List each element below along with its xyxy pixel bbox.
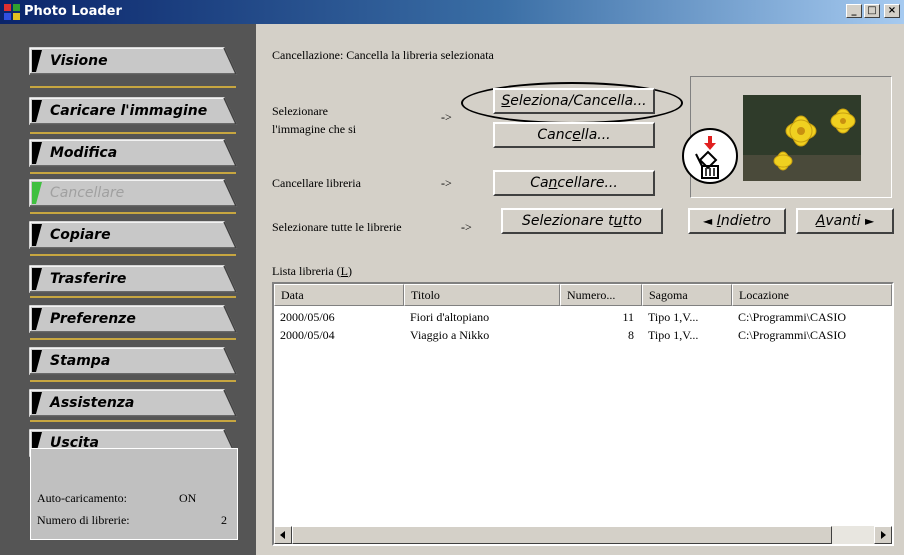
horizontal-scrollbar[interactable] (274, 526, 892, 544)
library-list-label: Lista libreria (L) (272, 264, 352, 278)
status-panel: Auto-caricamento: ON Numero di librerie:… (30, 448, 238, 540)
delete-library-label: Cancellare libreria (272, 176, 361, 190)
scroll-right-button[interactable] (874, 526, 892, 544)
select-delete-button[interactable]: Seleziona/Cancella... (493, 88, 655, 114)
cell-number: 11 (622, 310, 634, 324)
photo-loader-app-icon (4, 4, 20, 20)
sidebar-item-7[interactable]: Preferenze (28, 304, 238, 334)
sidebar-divider (30, 172, 236, 174)
delete-library-button[interactable]: Cancellare... (493, 170, 655, 196)
library-count-label: Numero di librerie: (37, 513, 130, 527)
sidebar-item-label: Cancellare (50, 185, 125, 201)
arrow-text: -> (441, 176, 452, 190)
sidebar-item-label: Caricare l'immagine (50, 103, 208, 119)
column-header-title[interactable]: Titolo (404, 284, 560, 306)
minimize-button[interactable]: _ (846, 4, 862, 18)
select-all-label: Selezionare tutte le librerie (272, 220, 402, 234)
sidebar-item-8[interactable]: Stampa (28, 346, 238, 376)
sidebar-divider (30, 420, 236, 422)
sidebar-item-label: Trasferire (50, 271, 127, 287)
window-title: Photo Loader (24, 4, 122, 19)
back-button[interactable]: ◄ Indietro (688, 208, 786, 234)
sidebar-divider (30, 212, 236, 214)
app-window: Photo Loader _ □ × Visione Caricare l'imm… (0, 0, 904, 555)
auto-load-value: ON (179, 491, 197, 505)
maximize-button[interactable]: □ (864, 4, 880, 18)
library-count-value: 2 (221, 513, 227, 527)
flower-photo (743, 95, 861, 181)
sidebar-divider (30, 132, 236, 134)
select-image-label-1: Selezionare (272, 104, 328, 118)
sidebar-divider (30, 86, 236, 88)
sidebar-item-6[interactable]: Trasferire (28, 264, 238, 294)
sidebar-divider (30, 338, 236, 340)
cell-date: 2000/05/06 (280, 310, 335, 324)
scroll-left-button[interactable] (274, 526, 292, 544)
library-list[interactable]: Data Titolo Numero... Sagoma Locazione 2… (272, 282, 894, 546)
column-header-shape[interactable]: Sagoma (642, 284, 732, 306)
column-header-location[interactable]: Locazione (732, 284, 892, 306)
close-button[interactable]: × (884, 4, 900, 18)
sidebar-divider (30, 380, 236, 382)
delete-trash-icon (682, 128, 738, 184)
sidebar-item-label: Stampa (50, 353, 111, 369)
delete-button[interactable]: Cancella... (493, 122, 655, 148)
sidebar-divider (30, 254, 236, 256)
main-panel: Cancellazione: Cancella la libreria sele… (256, 24, 904, 555)
sidebar-item-3[interactable]: Modifica (28, 138, 238, 168)
sidebar-item-1[interactable]: Visione (28, 46, 238, 76)
cell-title: Fiori d'altopiano (410, 310, 490, 324)
arrow-text: -> (461, 220, 472, 234)
sidebar-item-2[interactable]: Caricare l'immagine (28, 96, 238, 126)
sidebar-item-label: Visione (50, 53, 108, 69)
select-all-button[interactable]: Selezionare tutto (501, 208, 663, 234)
cell-location: C:\Programmi\CASIO (738, 328, 847, 342)
cell-shape: Tipo 1,V... (648, 310, 699, 324)
sidebar-divider (30, 296, 236, 298)
sidebar-item-label: Copiare (50, 227, 111, 243)
auto-load-label: Auto-caricamento: (37, 491, 127, 505)
scrollbar-thumb[interactable] (292, 526, 832, 544)
sidebar-item-5[interactable]: Copiare (28, 220, 238, 250)
sidebar-item-label: Modifica (50, 145, 118, 161)
table-row[interactable]: 2000/05/06 Fiori d'altopiano 11 Tipo 1,V… (274, 308, 892, 326)
cell-number: 8 (628, 328, 634, 342)
sidebar-item-9[interactable]: Assistenza (28, 388, 238, 418)
arrow-text: -> (441, 110, 452, 124)
cell-title: Viaggio a Nikko (410, 328, 490, 342)
sidebar-item-label: Assistenza (50, 395, 135, 411)
title-bar[interactable]: Photo Loader _ □ × (0, 0, 904, 24)
column-header-number[interactable]: Numero... (560, 284, 642, 306)
arrow-left-icon (280, 531, 285, 539)
arrow-right-icon (881, 531, 886, 539)
cell-date: 2000/05/04 (280, 328, 335, 342)
column-header-date[interactable]: Data (274, 284, 404, 306)
next-button[interactable]: Avanti ► (796, 208, 894, 234)
cell-location: C:\Programmi\CASIO (738, 310, 847, 324)
cell-shape: Tipo 1,V... (648, 328, 699, 342)
sidebar-item-label: Preferenze (50, 311, 136, 327)
table-row[interactable]: 2000/05/04 Viaggio a Nikko 8 Tipo 1,V...… (274, 326, 892, 344)
page-header: Cancellazione: Cancella la libreria sele… (272, 48, 494, 62)
sidebar-item-4[interactable]: Cancellare (28, 178, 238, 208)
select-image-label-2: l'immagine che si (272, 122, 357, 136)
